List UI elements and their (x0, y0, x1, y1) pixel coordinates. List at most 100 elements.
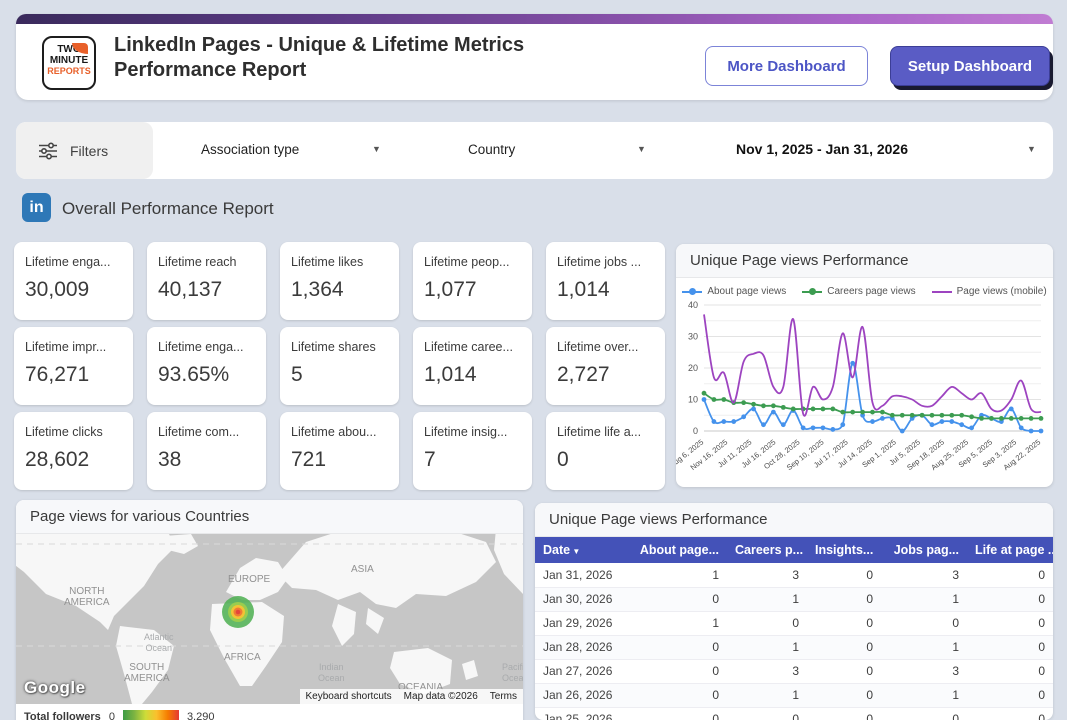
map-label-atlantic-ocean: AtlanticOcean (144, 632, 174, 654)
svg-text:30: 30 (688, 332, 698, 342)
header-card: TWO MINUTE REPORTS LinkedIn Pages - Uniq… (16, 14, 1053, 100)
metric-card: Lifetime abou... 721 (280, 412, 399, 490)
metric-value: 1,014 (557, 278, 655, 302)
table-cell: 3 (727, 659, 807, 683)
table-cell: Jan 29, 2026 (535, 611, 627, 635)
table-row: Jan 27, 202603030 (535, 659, 1053, 683)
map-label-north-america: NORTHAMERICA (64, 586, 110, 608)
metric-card: Lifetime peop... 1,077 (413, 242, 532, 320)
metric-card: Lifetime likes 1,364 (280, 242, 399, 320)
country-dropdown[interactable]: Country (468, 142, 515, 157)
terms-link[interactable]: Terms (484, 689, 523, 704)
table-cell: 3 (881, 563, 967, 587)
logo-line2: MINUTE (44, 55, 94, 66)
column-header-jobs-pag[interactable]: Jobs pag... (881, 537, 967, 563)
metric-label: Lifetime life a... (557, 425, 655, 439)
column-header-life-at-page[interactable]: Life at page ... (967, 537, 1053, 563)
table-cell: 1 (881, 587, 967, 611)
heatmap-dot-europe (222, 596, 254, 628)
filters-button[interactable]: Filters (16, 122, 153, 179)
metric-label: Lifetime abou... (291, 425, 389, 439)
association-type-dropdown[interactable]: Association type (201, 142, 299, 157)
metric-card: Lifetime enga... 30,009 (14, 242, 133, 320)
table-cell: 0 (967, 683, 1053, 707)
metric-value: 1,077 (424, 278, 522, 302)
filters-icon (38, 142, 58, 160)
metric-label: Lifetime com... (158, 425, 256, 439)
table-cell: 3 (727, 563, 807, 587)
table-cell: 1 (627, 563, 727, 587)
legend-swatch (932, 291, 952, 293)
metric-card: Lifetime jobs ... 1,014 (546, 242, 665, 320)
map-panel-title: Page views for various Countries (16, 500, 523, 534)
table-cell: 0 (881, 707, 967, 720)
table-cell: 0 (627, 635, 727, 659)
table-header-row: Date ▼About page...Careers p...Insights.… (535, 537, 1053, 563)
table-panel: Unique Page views Performance Date ▼Abou… (535, 503, 1053, 720)
date-range-picker[interactable]: Nov 1, 2025 - Jan 31, 2026 (736, 141, 908, 157)
setup-dashboard-button[interactable]: Setup Dashboard (890, 46, 1050, 86)
keyboard-shortcuts-link[interactable]: Keyboard shortcuts (300, 689, 398, 704)
metric-label: Lifetime insig... (424, 425, 522, 439)
more-dashboard-button[interactable]: More Dashboard (705, 46, 868, 86)
google-logo[interactable]: Google (24, 678, 86, 698)
svg-text:0: 0 (693, 426, 698, 436)
total-followers-label: Total followers (24, 711, 101, 720)
sort-descending-icon: ▼ (570, 547, 580, 556)
svg-text:40: 40 (688, 300, 698, 310)
map-color-legend: Total followers 0 3,290 (16, 704, 523, 720)
metric-label: Lifetime clicks (25, 425, 123, 439)
two-minute-reports-logo: TWO MINUTE REPORTS (42, 36, 96, 90)
world-map[interactable]: NORTHAMERICA SOUTHAMERICA EUROPE AFRICA … (16, 534, 523, 704)
table-cell: 0 (627, 587, 727, 611)
table-row: Jan 29, 202610000 (535, 611, 1053, 635)
table-row: Jan 30, 202601010 (535, 587, 1053, 611)
filter-bar: Filters Association type ▼ Country ▼ Nov… (16, 122, 1053, 179)
table-cell: 0 (967, 611, 1053, 635)
table-cell: 1 (627, 611, 727, 635)
column-header-careers-p[interactable]: Careers p... (727, 537, 807, 563)
map-label-pacific-ocean: PacificOcean (502, 662, 523, 684)
table-cell: 1 (881, 683, 967, 707)
association-type-caret-icon[interactable]: ▼ (372, 144, 381, 154)
metric-value: 38 (158, 448, 256, 472)
chart-panel: Unique Page views Performance About page… (676, 244, 1053, 487)
table-cell: 0 (727, 707, 807, 720)
metric-label: Lifetime enga... (25, 255, 123, 269)
table-cell: 1 (727, 683, 807, 707)
table-cell: 0 (807, 563, 881, 587)
table-row: Jan 28, 202601010 (535, 635, 1053, 659)
map-label-africa: AFRICA (224, 652, 261, 663)
metric-label: Lifetime enga... (158, 340, 256, 354)
section-title: Overall Performance Report (62, 199, 274, 219)
metric-value: 93.65% (158, 363, 256, 387)
header-gradient-bar (16, 14, 1053, 24)
legend-item: Careers page views (802, 286, 915, 297)
table-cell: 0 (967, 563, 1053, 587)
metric-value: 5 (291, 363, 389, 387)
table-cell: Jan 26, 2026 (535, 683, 627, 707)
column-header-insights[interactable]: Insights... (807, 537, 881, 563)
date-range-caret-icon[interactable]: ▼ (1027, 144, 1036, 154)
svg-text:10: 10 (688, 395, 698, 405)
table-cell: 0 (807, 611, 881, 635)
country-caret-icon[interactable]: ▼ (637, 144, 646, 154)
table-cell: 0 (727, 611, 807, 635)
metric-card: Lifetime life a... 0 (546, 412, 665, 490)
legend-label: About page views (707, 286, 786, 297)
table-cell: 0 (967, 707, 1053, 720)
page-views-table: Date ▼About page...Careers p...Insights.… (535, 537, 1053, 720)
column-header-date[interactable]: Date ▼ (535, 537, 627, 563)
legend-swatch (802, 291, 822, 293)
page-title: LinkedIn Pages - Unique & Lifetime Metri… (114, 33, 524, 83)
table-cell: 0 (627, 707, 727, 720)
table-cell: 0 (807, 659, 881, 683)
table-cell: 0 (627, 683, 727, 707)
table-cell: Jan 25, 2026 (535, 707, 627, 720)
column-header-about-page[interactable]: About page... (627, 537, 727, 563)
metric-value: 2,727 (557, 363, 655, 387)
metric-card: Lifetime shares 5 (280, 327, 399, 405)
table-cell: 0 (967, 635, 1053, 659)
metric-label: Lifetime over... (557, 340, 655, 354)
legend-max-value: 3,290 (187, 711, 215, 720)
